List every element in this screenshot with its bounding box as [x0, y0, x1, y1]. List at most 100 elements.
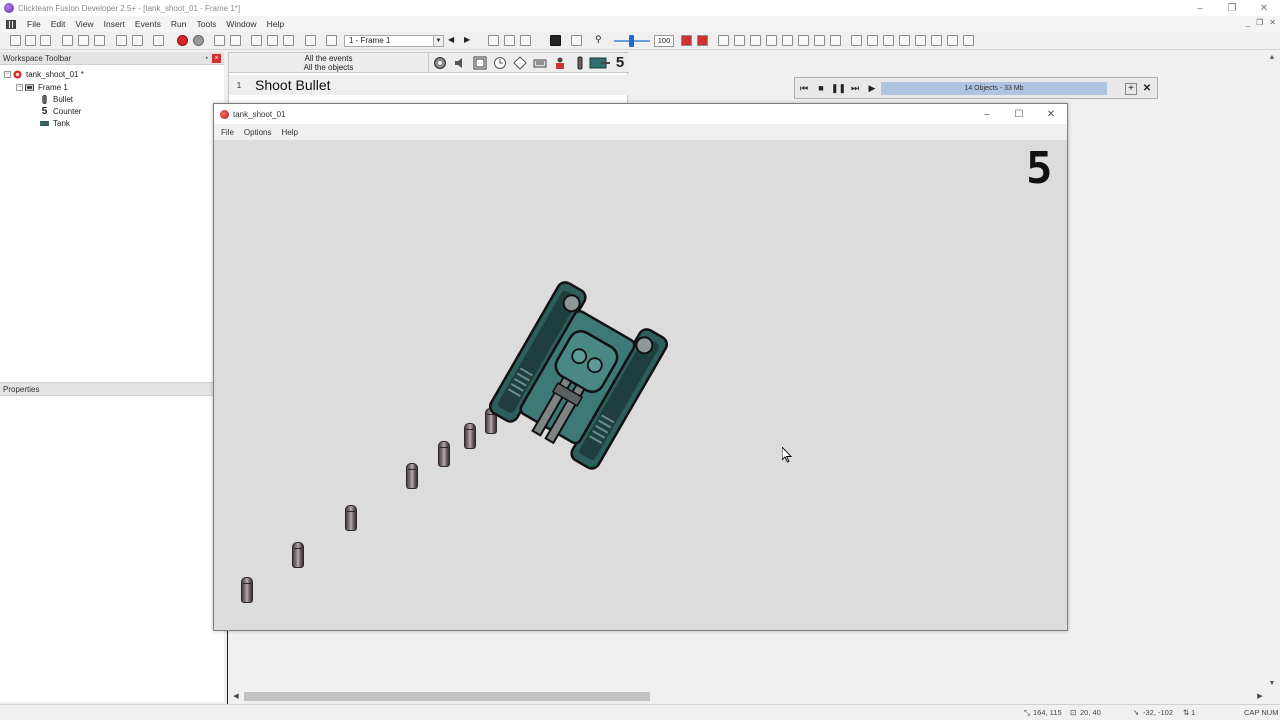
layers-icon[interactable]: [520, 35, 531, 46]
menu-edit[interactable]: Edit: [46, 19, 71, 29]
event-row[interactable]: 1 Shoot Bullet: [229, 75, 629, 95]
copy-icon[interactable]: [78, 35, 89, 46]
event-editor-icon[interactable]: [251, 35, 262, 46]
undo-icon[interactable]: [116, 35, 127, 46]
menu-run[interactable]: Run: [166, 19, 192, 29]
restore-button[interactable]: ❐: [1216, 0, 1248, 16]
tools-icon[interactable]: [571, 35, 582, 46]
goto-icon[interactable]: [326, 35, 337, 46]
zoom-icon[interactable]: ⚲: [595, 35, 606, 46]
tree-item-tank[interactable]: Tank: [40, 117, 70, 129]
menu-events[interactable]: Events: [130, 19, 166, 29]
save-icon[interactable]: [40, 35, 51, 46]
menu-app-icon[interactable]: [6, 19, 16, 29]
order-forward-icon[interactable]: [883, 35, 894, 46]
order-backward-icon[interactable]: [899, 35, 910, 46]
game-canvas[interactable]: 5: [214, 140, 1067, 630]
step-icon[interactable]: ⏭: [848, 82, 862, 94]
game-menu-help[interactable]: Help: [276, 128, 302, 137]
menu-help[interactable]: Help: [262, 19, 289, 29]
mdi-restore-icon[interactable]: ❐: [1256, 18, 1263, 27]
game-window-title-bar[interactable]: tank_shoot_01 – ☐ ✕: [214, 104, 1067, 124]
align-right-icon[interactable]: [750, 35, 761, 46]
collapse-icon[interactable]: −: [4, 70, 11, 78]
event-properties-icon[interactable]: [305, 35, 316, 46]
special-conditions-icon[interactable]: [433, 56, 447, 70]
event-list-icon[interactable]: [267, 35, 278, 46]
align-bottom-icon[interactable]: [798, 35, 809, 46]
menu-view[interactable]: View: [70, 19, 98, 29]
grid-icon[interactable]: [488, 35, 499, 46]
distribute-h-icon[interactable]: [814, 35, 825, 46]
zoom-value-field[interactable]: 100: [654, 35, 674, 47]
game-minimize-button[interactable]: –: [971, 104, 1003, 124]
lock-icon[interactable]: [931, 35, 942, 46]
game-close-button[interactable]: ✕: [1035, 104, 1067, 124]
tree-item-application[interactable]: − tank_shoot_01 *: [4, 68, 84, 80]
sound-icon[interactable]: [453, 56, 467, 70]
order-front-icon[interactable]: [851, 35, 862, 46]
redo-icon[interactable]: [132, 35, 143, 46]
minimize-button[interactable]: –: [1184, 0, 1216, 16]
menu-window[interactable]: Window: [221, 19, 261, 29]
cut-icon[interactable]: [62, 35, 73, 46]
help-icon[interactable]: [153, 35, 164, 46]
scroll-left-icon[interactable]: ◀: [230, 690, 242, 703]
menu-insert[interactable]: Insert: [99, 19, 130, 29]
align-left-icon[interactable]: [718, 35, 729, 46]
keyboard-mouse-icon[interactable]: [533, 56, 547, 70]
counter-event-icon[interactable]: 5: [613, 55, 627, 70]
resize-icon[interactable]: [915, 35, 926, 46]
menu-file[interactable]: File: [22, 19, 46, 29]
event-list-red-icon[interactable]: [681, 35, 692, 46]
bullet-event-icon[interactable]: [573, 56, 587, 70]
horizontal-scroll-thumb[interactable]: [244, 692, 650, 701]
align-middle-icon[interactable]: [782, 35, 793, 46]
game-maximize-button[interactable]: ☐: [1003, 104, 1035, 124]
run-frame-icon[interactable]: [193, 35, 204, 46]
mdi-close-icon[interactable]: ✕: [1269, 18, 1276, 27]
horizontal-scrollbar[interactable]: ◀ ▶: [230, 690, 1266, 703]
new-file-icon[interactable]: [10, 35, 21, 46]
frame-editor-icon[interactable]: [230, 35, 241, 46]
tree-item-counter[interactable]: 5 Counter: [40, 105, 82, 117]
tank-event-icon[interactable]: [589, 56, 611, 70]
collapse-icon[interactable]: −: [16, 83, 23, 91]
distribute-v-icon[interactable]: [830, 35, 841, 46]
paste-icon[interactable]: [94, 35, 105, 46]
stop-icon[interactable]: ■: [814, 82, 828, 94]
snap-icon[interactable]: [504, 35, 515, 46]
align-top-icon[interactable]: [766, 35, 777, 46]
close-icon[interactable]: ×: [212, 54, 221, 63]
timer-icon[interactable]: [493, 56, 507, 70]
pause-icon[interactable]: ❚❚: [831, 82, 846, 94]
chevron-down-icon[interactable]: ▼: [433, 36, 443, 46]
align-center-icon[interactable]: [734, 35, 745, 46]
scroll-right-icon[interactable]: ▶: [1254, 690, 1266, 703]
data-elements-icon[interactable]: [283, 35, 294, 46]
frame-select[interactable]: 1 - Frame 1 ▼: [344, 35, 444, 47]
vertical-scrollbar[interactable]: ▲ ▼: [1266, 52, 1278, 690]
close-button[interactable]: ✕: [1248, 0, 1280, 16]
ungroup-icon[interactable]: [963, 35, 974, 46]
player-icon[interactable]: [553, 56, 567, 70]
create-objects-icon[interactable]: [513, 56, 527, 70]
game-menu-file[interactable]: File: [216, 128, 239, 137]
order-back-icon[interactable]: [867, 35, 878, 46]
close-debugger-button[interactable]: ✕: [1141, 83, 1153, 95]
menu-tools[interactable]: Tools: [192, 19, 222, 29]
stop-icon[interactable]: [550, 35, 561, 46]
expand-debugger-button[interactable]: +: [1125, 83, 1137, 95]
conditions-red-icon[interactable]: [697, 35, 708, 46]
tree-item-frame[interactable]: − Frame 1: [16, 81, 68, 93]
game-menu-options[interactable]: Options: [239, 128, 277, 137]
mdi-minimize-icon[interactable]: _: [1246, 18, 1250, 27]
pin-icon[interactable]: ▪: [206, 52, 208, 65]
play-icon[interactable]: ▶: [865, 82, 879, 94]
open-file-icon[interactable]: [25, 35, 36, 46]
storyboard-editor-icon[interactable]: [214, 35, 225, 46]
next-frame-icon[interactable]: ▶: [464, 35, 475, 46]
restart-icon[interactable]: ⏮: [797, 82, 811, 94]
storyboard-controls-icon[interactable]: [473, 56, 487, 70]
scroll-down-icon[interactable]: ▼: [1266, 678, 1278, 690]
